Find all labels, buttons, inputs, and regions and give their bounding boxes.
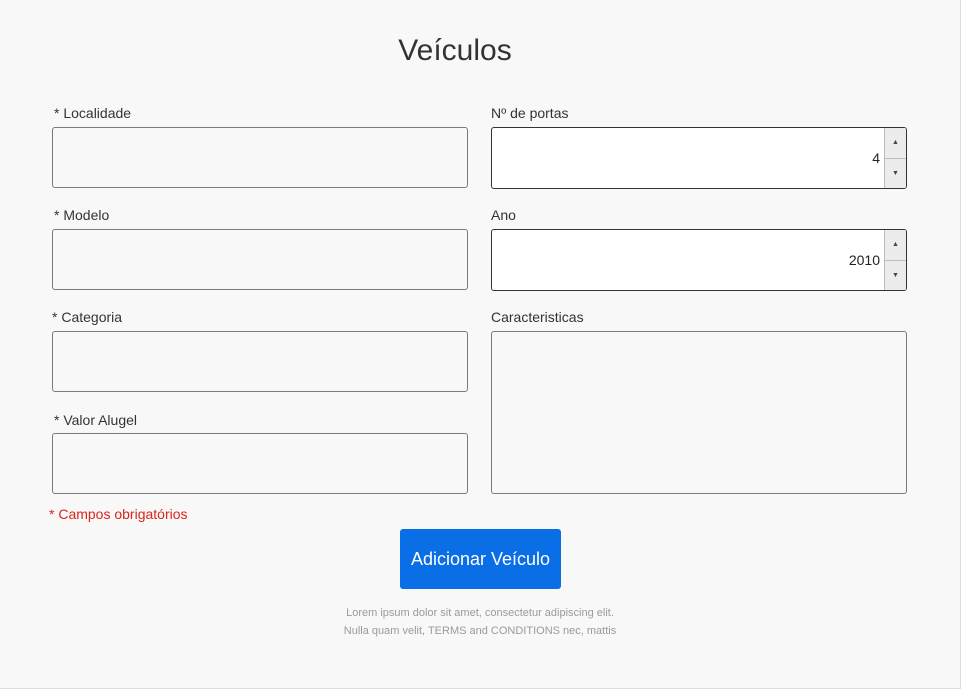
ano-increment-button[interactable]: ▲: [885, 230, 906, 260]
localidade-input[interactable]: [52, 127, 468, 188]
localidade-label: * Localidade: [54, 105, 132, 121]
ano-number-input[interactable]: 2010 ▲ ▼: [491, 229, 907, 291]
triangle-down-icon: ▼: [892, 169, 899, 177]
page-title: Veículos: [398, 34, 512, 67]
valor-aluguel-label: * Valor Alugel: [54, 412, 138, 428]
add-vehicle-button[interactable]: Adicionar Veículo: [400, 529, 561, 589]
vehicle-form-panel: Veículos * Localidade * Modelo * Categor…: [0, 0, 961, 689]
portas-number-input[interactable]: 4 ▲ ▼: [491, 127, 907, 189]
modelo-label: * Modelo: [54, 207, 110, 223]
ano-value: 2010: [848, 252, 880, 268]
caracteristicas-label: Caracteristicas: [491, 309, 584, 325]
categoria-label: * Categoria: [52, 309, 123, 325]
caracteristicas-textarea[interactable]: [491, 331, 907, 494]
valor-aluguel-input[interactable]: [52, 433, 468, 494]
portas-label: Nº de portas: [491, 105, 569, 121]
triangle-up-icon: ▲: [892, 241, 899, 249]
ano-spinner[interactable]: ▲ ▼: [884, 230, 906, 290]
portas-decrement-button[interactable]: ▼: [885, 157, 906, 188]
portas-spinner[interactable]: ▲ ▼: [884, 128, 906, 188]
portas-value: 4: [872, 150, 880, 166]
portas-increment-button[interactable]: ▲: [885, 128, 906, 158]
required-fields-note: * Campos obrigatórios: [49, 506, 188, 522]
modelo-input[interactable]: [52, 229, 468, 290]
triangle-up-icon: ▲: [892, 139, 899, 147]
categoria-input[interactable]: [52, 331, 468, 392]
footer-text-line-1: Lorem ipsum dolor sit amet, consectetur …: [346, 607, 614, 619]
ano-label: Ano: [491, 207, 516, 223]
footer-text-line-2: Nulla quam velit, TERMS and CONDITIONS n…: [343, 625, 617, 637]
triangle-down-icon: ▼: [892, 271, 899, 279]
ano-decrement-button[interactable]: ▼: [885, 259, 906, 290]
